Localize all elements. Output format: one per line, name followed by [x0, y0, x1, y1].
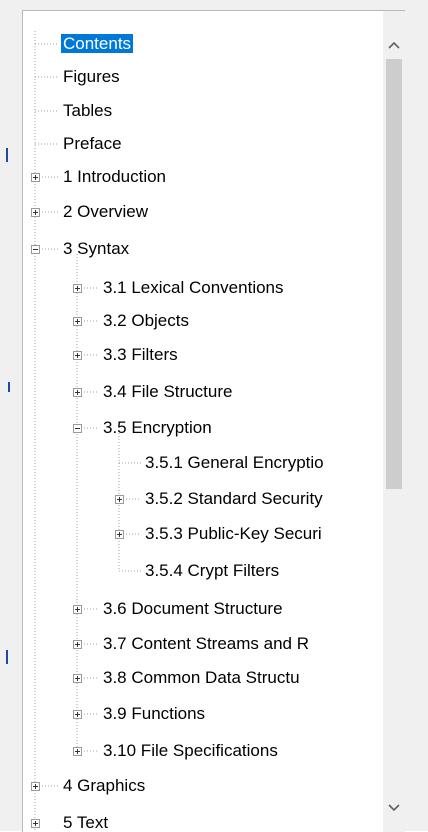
expand-icon[interactable] [31, 782, 40, 791]
collapse-icon[interactable] [73, 424, 82, 433]
tree-item-label: 5 Text [63, 813, 109, 832]
expand-icon[interactable] [115, 495, 124, 504]
tree-item-label: 3.3 Filters [103, 345, 178, 364]
tree-item-label: 1 Introduction [63, 167, 167, 186]
tree-item-file-structure[interactable]: 3.4 File Structure [101, 378, 234, 406]
tree-item-preface[interactable]: Preface [61, 130, 124, 158]
expand-icon[interactable] [31, 208, 40, 217]
tree-item-objects[interactable]: 3.2 Objects [101, 307, 191, 335]
tree-item-label: 3.5.3 Public-Key Securi [145, 524, 322, 543]
tree-item-label: 3.7 Content Streams and R [103, 634, 310, 653]
tree-item-label: 3.5.1 General Encryptio [145, 453, 324, 472]
tree-item-contents[interactable]: Contents [61, 30, 134, 58]
tree-item-graphics[interactable]: 4 Graphics [61, 772, 147, 800]
bookmark-tree[interactable]: Contents Figures Tables Preface 1 Introd… [22, 10, 405, 832]
tree-item-label: 3 Syntax [63, 239, 130, 258]
tree-item-label: 3.5.4 Crypt Filters [145, 561, 280, 580]
expand-icon[interactable] [73, 747, 82, 756]
expand-icon[interactable] [31, 819, 40, 828]
bookmarks-pane: Contents Figures Tables Preface 1 Introd… [0, 0, 428, 832]
tree-item-label: 2 Overview [63, 202, 149, 221]
expand-icon[interactable] [115, 530, 124, 539]
tree-item-label: Tables [63, 101, 113, 120]
expand-icon[interactable] [73, 710, 82, 719]
vertical-scrollbar[interactable] [383, 11, 405, 832]
tree-item-label: 3.6 Document Structure [103, 599, 283, 618]
tree-item-label: 3.9 Functions [103, 704, 206, 723]
tree-item-label: 3.5.2 Standard Security [145, 489, 323, 508]
tree-item-encryption[interactable]: 3.5 Encryption [101, 414, 214, 442]
left-edge-mark [6, 650, 8, 664]
chevron-up-icon[interactable] [383, 33, 405, 55]
tree-item-text[interactable]: 5 Text [61, 809, 110, 832]
expand-icon[interactable] [73, 351, 82, 360]
expand-icon[interactable] [73, 674, 82, 683]
tree-item-common-data-structures[interactable]: 3.8 Common Data Structu [101, 664, 302, 692]
expand-icon[interactable] [73, 605, 82, 614]
left-edge-mark [6, 148, 8, 162]
expand-icon[interactable] [31, 173, 40, 182]
tree-item-label: 3.10 File Specifications [103, 741, 278, 760]
tree-item-label: 3.1 Lexical Conventions [103, 278, 284, 297]
left-edge-mark [8, 382, 10, 392]
tree-item-content-streams[interactable]: 3.7 Content Streams and R [101, 630, 311, 658]
expand-icon[interactable] [73, 388, 82, 397]
tree-item-figures[interactable]: Figures [61, 63, 122, 91]
expand-icon[interactable] [73, 317, 82, 326]
tree-item-document-structure[interactable]: 3.6 Document Structure [101, 595, 285, 623]
tree-item-standard-security[interactable]: 3.5.2 Standard Security [143, 485, 325, 513]
tree-item-label: 3.4 File Structure [103, 382, 233, 401]
tree-item-functions[interactable]: 3.9 Functions [101, 700, 207, 728]
tree-item-label: Figures [63, 67, 120, 86]
tree-item-label: Contents [61, 34, 134, 53]
tree-item-tables[interactable]: Tables [61, 97, 114, 125]
tree-item-overview[interactable]: 2 Overview [61, 198, 150, 226]
tree-item-label: 3.2 Objects [103, 311, 189, 330]
tree-item-label: 3.5 Encryption [103, 418, 212, 437]
tree-item-lexical-conventions[interactable]: 3.1 Lexical Conventions [101, 274, 286, 302]
tree-item-filters[interactable]: 3.3 Filters [101, 341, 180, 369]
tree-item-label: 4 Graphics [63, 776, 146, 795]
expand-icon[interactable] [73, 640, 82, 649]
scrollbar-thumb[interactable] [386, 59, 402, 489]
chevron-down-icon[interactable] [383, 796, 405, 818]
collapse-icon[interactable] [31, 245, 40, 254]
tree-item-introduction[interactable]: 1 Introduction [61, 163, 168, 191]
tree-item-syntax[interactable]: 3 Syntax [61, 235, 131, 263]
expand-icon[interactable] [73, 284, 82, 293]
tree-item-label: 3.8 Common Data Structu [103, 668, 300, 687]
tree-item-file-specifications[interactable]: 3.10 File Specifications [101, 737, 280, 765]
tree-item-crypt-filters[interactable]: 3.5.4 Crypt Filters [143, 557, 281, 585]
tree-item-label: Preface [63, 134, 122, 153]
tree-item-public-key-security[interactable]: 3.5.3 Public-Key Securi [143, 520, 324, 548]
tree-item-general-encryption[interactable]: 3.5.1 General Encryptio [143, 449, 326, 477]
